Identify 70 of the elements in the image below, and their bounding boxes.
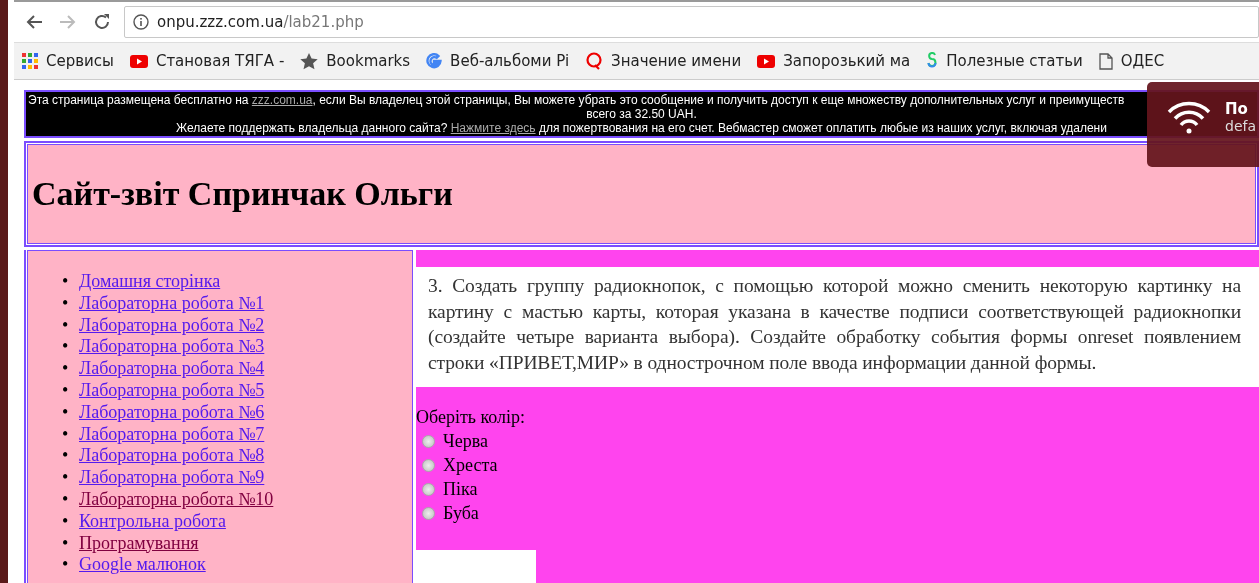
bullet: •: [62, 380, 69, 402]
notification-text: defa: [1225, 118, 1256, 134]
bookmark[interactable]: Полезные статьи: [926, 52, 1083, 70]
radio-label: Буба: [443, 502, 479, 525]
bookmark[interactable]: Bookmarks: [300, 52, 411, 70]
bullet: •: [62, 401, 69, 424]
nav-link[interactable]: Лабораторна робота №9: [79, 467, 265, 489]
radio-label: Черва: [443, 430, 488, 453]
banner-text: Эта страница размещена бесплатно на: [28, 93, 250, 107]
back-arrow-icon: [25, 14, 43, 30]
banner-link[interactable]: zzz.com.ua: [251, 93, 313, 107]
bullet: •: [62, 292, 69, 315]
nav-link[interactable]: Лабораторна робота №2: [79, 314, 265, 337]
nav-link[interactable]: Контрольна робота: [79, 510, 226, 533]
banner-text: для пожертвования на его счет. Вебмастер сможет оплатить любые из наших услуг, включая удалени: [537, 121, 1107, 135]
wifi-icon: [1167, 100, 1211, 134]
bookmark[interactable]: Становая ТЯГА -: [129, 52, 285, 70]
page-icon: [1098, 52, 1113, 70]
radio-label: Піка: [443, 478, 478, 501]
bullet: •: [62, 336, 69, 359]
bullet: •: [62, 423, 69, 446]
q-icon: [585, 52, 604, 70]
nav-link[interactable]: Лабораторна робота №3: [79, 336, 265, 359]
bullet: •: [62, 554, 69, 577]
nav-link[interactable]: Лабораторна робота №4: [79, 358, 265, 380]
bookmark[interactable]: Значение имени: [585, 52, 742, 70]
google-icon: [426, 53, 443, 69]
nav-link[interactable]: Лабораторна робота №1: [79, 292, 265, 315]
bullet: •: [62, 467, 69, 489]
bullet: •: [62, 271, 69, 293]
nav-link[interactable]: Лабораторна робота №8: [79, 445, 265, 468]
bookmark[interactable]: Сервисы: [22, 52, 114, 70]
radio-button[interactable]: [422, 506, 435, 520]
notification-title: По: [1225, 100, 1249, 118]
play-icon: [757, 54, 776, 68]
radio-button[interactable]: [422, 458, 435, 472]
nav-link[interactable]: Google малюнок: [79, 554, 206, 577]
play-icon: [129, 54, 148, 68]
nav-link[interactable]: Лабораторна робота №7: [79, 423, 265, 446]
reload-icon: [93, 13, 111, 31]
banner-text: всего за 32.50 UAH.: [586, 107, 697, 121]
radio-label: Хреста: [443, 454, 498, 477]
address-bar[interactable]: onpu.zzz.com.ua/lab21.php: [124, 6, 1259, 38]
star-icon: [300, 52, 319, 70]
task-text: 3. Создать группу радиокнопок, с помощью которой можно сменить некоторую картинку на картину с мастью карты, которая указана в качестве подписи соответствующей радиокнопки (создайте четыре варианта выбора). Создайте обработку события формы onreset появлением строки «ПРИВЕТ,МИР» в однострочном поле ввода информации данной формы.: [416, 267, 1259, 387]
nav-link[interactable]: Лабораторна робота №5: [79, 380, 265, 402]
apps-icon: [22, 53, 38, 69]
bullet: •: [62, 532, 69, 555]
bullet: •: [62, 314, 69, 337]
bookmark[interactable]: ОДЕС: [1098, 52, 1165, 70]
bullet: •: [62, 358, 69, 380]
form-label: Оберіть колір:: [416, 406, 527, 429]
bullet: •: [62, 488, 69, 511]
nav-link[interactable]: Домашня сторінка: [79, 271, 221, 293]
info-icon: [133, 14, 149, 30]
bookmark[interactable]: Веб-альбоми Pi: [426, 52, 570, 70]
bullet: •: [62, 445, 69, 468]
banner-text: , если Вы владелец этой страницы, Вы можете убрать это сообщение и получить доступ к еще множеству дополнительных услуг и преимуществ: [312, 93, 1125, 107]
banner-link[interactable]: Нажмите здесь: [450, 121, 536, 135]
nav-link[interactable]: Лабораторна робота №6: [79, 401, 265, 424]
radio-button[interactable]: [422, 482, 435, 496]
nav-link[interactable]: Лабораторна робота №10: [79, 488, 274, 511]
bullet: •: [62, 510, 69, 533]
swirl-icon: [926, 52, 939, 70]
radio-button[interactable]: [422, 434, 435, 448]
banner-text: Желаете поддержать владельца данного сайта?: [176, 121, 449, 135]
nav-link[interactable]: Програмування: [79, 532, 199, 555]
bookmark[interactable]: Запорозький ма: [757, 52, 911, 70]
site-title: Сайт-звіт Спринчак Ольги: [32, 175, 453, 213]
forward-arrow-icon: [59, 14, 77, 30]
